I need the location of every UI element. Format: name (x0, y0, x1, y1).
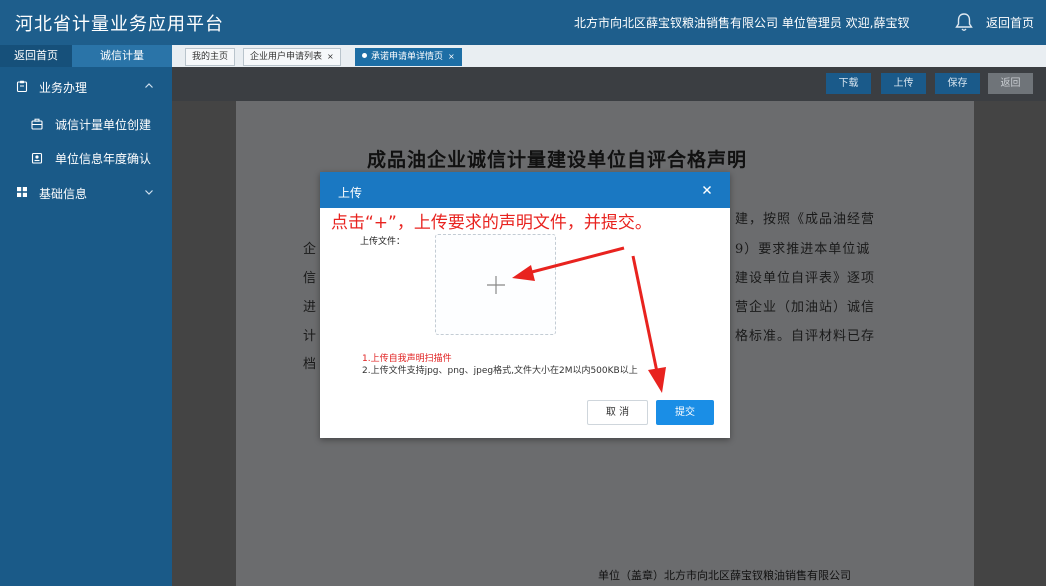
dialog-header: 上传 (320, 172, 730, 208)
document-line: 计 (303, 329, 318, 344)
id-card-icon (31, 152, 43, 164)
tab-label: 承诺申请单详情页 (371, 52, 444, 62)
chevron-down-icon (145, 190, 153, 195)
plus-icon[interactable] (486, 275, 506, 295)
sidebar-item-unit-create[interactable]: 诚信计量单位创建 (0, 109, 172, 139)
document-line: 9）要求推进本单位诚 (735, 242, 871, 257)
cancel-button[interactable]: 取 消 (587, 400, 648, 425)
grid-icon (17, 187, 27, 197)
home-link[interactable]: 返回首页 (986, 14, 1034, 31)
close-icon[interactable]: × (448, 52, 455, 61)
tab-my-home[interactable]: 我的主页 (185, 48, 236, 66)
sidebar-tabs: 返回首页 诚信计量 (0, 45, 172, 67)
close-icon[interactable]: × (327, 52, 334, 61)
document-line: 档 (303, 357, 318, 372)
sidebar-group-label: 基础信息 (39, 187, 88, 201)
upload-file-label: 上传文件： (360, 237, 406, 247)
sidebar-group-business[interactable]: 业务办理 (0, 72, 172, 102)
sidebar-group-label: 业务办理 (39, 81, 88, 95)
upload-hint-format: 2.上传文件支持jpg、png、jpeg格式,文件大小在2M以内500KB以上 (362, 366, 638, 376)
document-line: 企 (303, 242, 318, 257)
save-button[interactable]: 保存 (935, 73, 980, 94)
tab-commitment-detail[interactable]: 承诺申请单详情页 × (355, 48, 462, 66)
sidebar-item-label: 诚信计量单位创建 (55, 118, 152, 132)
active-dot-icon (362, 53, 367, 58)
briefcase-icon (31, 118, 43, 130)
submit-button[interactable]: 提交 (656, 400, 714, 425)
document-line: 进 (303, 300, 318, 315)
current-user-info: 北方市向北区薛宝钗粮油销售有限公司 单位管理员 欢迎,薛宝钗 (574, 16, 910, 30)
document-line: 信 (303, 271, 318, 286)
chevron-up-icon (145, 83, 153, 88)
document-title: 成品油企业诚信计量建设单位自评合格声明 (367, 149, 748, 171)
clipboard-icon (16, 80, 28, 92)
document-line: 建设单位自评表》逐项 (735, 271, 876, 286)
sidebar-item-label: 单位信息年度确认 (55, 152, 152, 166)
tab-label: 我的主页 (192, 52, 229, 62)
bell-icon[interactable] (953, 11, 975, 33)
document-line: 建，按照《成品油经营 (735, 212, 876, 227)
instruction-annotation: 点击“+”，上传要求的声明文件，并提交。 (331, 213, 652, 233)
top-header: 河北省计量业务应用平台 北方市向北区薛宝钗粮油销售有限公司 单位管理员 欢迎,薛… (0, 0, 1046, 45)
toolbar: 下载 上传 保存 返回 (172, 67, 1046, 101)
document-line: 营企业（加油站）诚信 (735, 300, 876, 315)
tab-label: 企业用户申请列表 (250, 52, 323, 62)
back-button[interactable]: 返回 (988, 73, 1033, 94)
close-icon[interactable] (700, 183, 714, 197)
sidebar-tab-integrity[interactable]: 诚信计量 (72, 45, 172, 67)
upload-dropzone[interactable] (435, 234, 556, 335)
download-button[interactable]: 下载 (826, 73, 871, 94)
sidebar: 返回首页 诚信计量 业务办理 诚信计量单位创建 单位信息年度确认 基础信息 (0, 45, 172, 586)
upload-button[interactable]: 上传 (881, 73, 926, 94)
sidebar-tab-home[interactable]: 返回首页 (0, 45, 72, 67)
app-title: 河北省计量业务应用平台 (15, 14, 224, 35)
document-line: 格标准。自评材料已存 (735, 329, 876, 344)
dialog-title: 上传 (338, 186, 363, 200)
sidebar-item-annual-confirm[interactable]: 单位信息年度确认 (0, 143, 172, 173)
sidebar-group-basic-info[interactable]: 基础信息 (0, 178, 172, 208)
document-footer: 单位（盖章）北方市向北区薛宝钗粮油销售有限公司 (598, 569, 851, 582)
tab-enterprise-list[interactable]: 企业用户申请列表 × (243, 48, 341, 66)
page-tabs: 我的主页 企业用户申请列表 × 承诺申请单详情页 × (172, 45, 1046, 67)
